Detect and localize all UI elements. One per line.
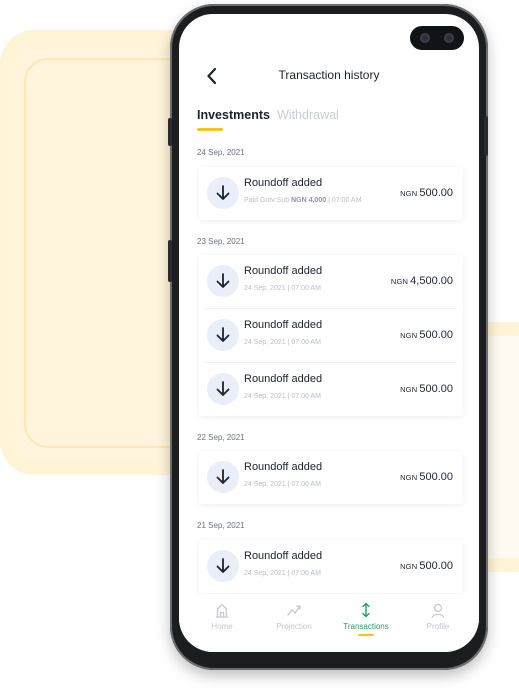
transaction-amount: NGN 500.00 [400,187,453,199]
transaction-row[interactable]: Roundoff added Paid Gotv Sub NGN 4,000 |… [199,167,463,220]
transaction-subtitle: 24 Sep, 2021 | 07:00 AM [244,285,321,292]
nav-projection[interactable]: Projection [259,602,329,631]
transaction-title: Roundoff added [244,265,323,277]
transaction-card: Roundoff added 24 Sep, 2021 | 07:00 AM N… [199,451,463,504]
phone-side-button [168,240,172,282]
projection-icon [287,605,301,616]
transaction-title: Roundoff added [244,319,323,331]
currency-code: NGN [400,473,418,482]
nav-profile[interactable]: Profile [403,602,473,631]
nav-profile-label: Profile [426,622,450,631]
transaction-amount: NGN 500.00 [400,471,453,483]
transaction-subtitle: 24 Sep, 2021 | 07:00 AM [244,393,321,400]
transaction-subtitle: 24 Sep, 2021 | 07:00 AM [244,570,321,577]
nav-projection-label: Projection [276,622,312,631]
date-header: 21 Sep, 2021 [197,521,245,530]
date-header: 22 Sep, 2021 [197,433,245,442]
profile-icon [431,603,445,618]
transaction-title: Roundoff added [244,177,323,189]
camera-lens [444,33,454,43]
arrow-down-icon [207,550,239,582]
nav-home-label: Home [211,622,233,631]
app-screen: Transaction history Investments Withdraw… [179,14,479,652]
header: Transaction history [179,62,479,90]
tab-withdrawal[interactable]: Withdrawal [277,108,339,122]
currency-code: NGN [390,277,409,286]
transaction-row[interactable]: Roundoff added 24 Sep, 2021 | 07:00 AM N… [205,362,457,416]
home-icon [216,603,228,618]
transaction-amount: NGN 500.00 [400,329,453,341]
transaction-subtitle: 24 Sep, 2021 | 07:00 AM [244,481,321,488]
currency-code: NGN [400,385,418,394]
nav-home[interactable]: Home [187,602,257,631]
transaction-row[interactable]: Roundoff added 24 Sep, 2021 | 07:00 AM N… [199,451,463,504]
transaction-title: Roundoff added [244,550,323,562]
transaction-row[interactable]: Roundoff added 24 Sep, 2021 | 07:00 AM N… [199,255,463,308]
nav-transactions-label: Transactions [343,622,389,631]
transaction-amount: NGN 500.00 [400,560,453,572]
camera-lens [420,33,430,43]
nav-transactions[interactable]: Transactions [331,602,401,636]
camera-cutout [410,26,464,50]
arrow-down-icon [207,461,239,493]
transaction-card: Roundoff added 24 Sep, 2021 | 07:00 AM N… [199,540,463,593]
transaction-amount: NGN 500.00 [400,383,453,395]
currency-code: NGN [400,331,418,340]
transaction-subtitle: Paid Gotv Sub NGN 4,000 | 07:00 AM [244,197,362,204]
transaction-row[interactable]: Roundoff added 24 Sep, 2021 | 07:00 AM N… [199,540,463,593]
transaction-title: Roundoff added [244,373,323,385]
transaction-subtitle: 24 Sep, 2021 | 07:00 AM [244,339,321,346]
currency-code: NGN [400,189,418,198]
transaction-card: Roundoff added 24 Sep, 2021 | 07:00 AM N… [199,255,463,416]
currency-code: NGN [400,562,418,571]
active-tab-indicator [197,128,223,131]
phone-power-button [484,116,488,156]
bottom-navigation: Home Projection Transactions Profile [179,594,479,652]
phone-side-button [168,118,172,146]
arrow-down-icon [207,319,239,351]
arrow-down-icon [207,177,239,209]
page-title: Transaction history [278,68,380,82]
transaction-row[interactable]: Roundoff added 24 Sep, 2021 | 07:00 AM N… [205,308,457,362]
active-nav-indicator [358,634,374,636]
transaction-amount: NGN 4,500.00 [390,275,453,287]
tab-investments[interactable]: Investments [197,108,270,122]
transaction-title: Roundoff added [244,461,323,473]
transactions-icon [362,602,370,618]
arrow-down-icon [207,265,239,297]
date-header: 24 Sep, 2021 [197,148,245,157]
transaction-card: Roundoff added Paid Gotv Sub NGN 4,000 |… [199,167,463,220]
date-header: 23 Sep, 2021 [197,237,245,246]
arrow-down-icon [207,373,239,405]
